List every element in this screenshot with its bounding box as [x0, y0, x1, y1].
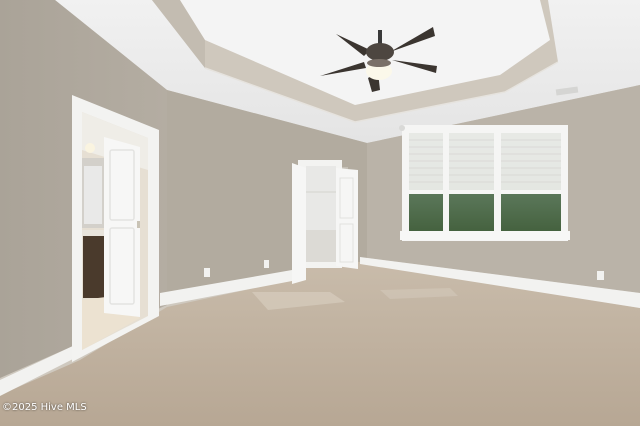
- wall-outlet: [204, 268, 210, 277]
- mls-watermark: ©2025 Hive MLS: [2, 402, 87, 413]
- closet-door-left: [292, 163, 306, 284]
- wall-outlet: [264, 260, 269, 268]
- empty-bedroom-photo: ©2025 Hive MLS: [0, 0, 640, 426]
- window-sill: [400, 231, 570, 240]
- smoke-detector: [399, 125, 405, 131]
- wall-outlet: [597, 271, 604, 280]
- room-illustration: [0, 0, 640, 426]
